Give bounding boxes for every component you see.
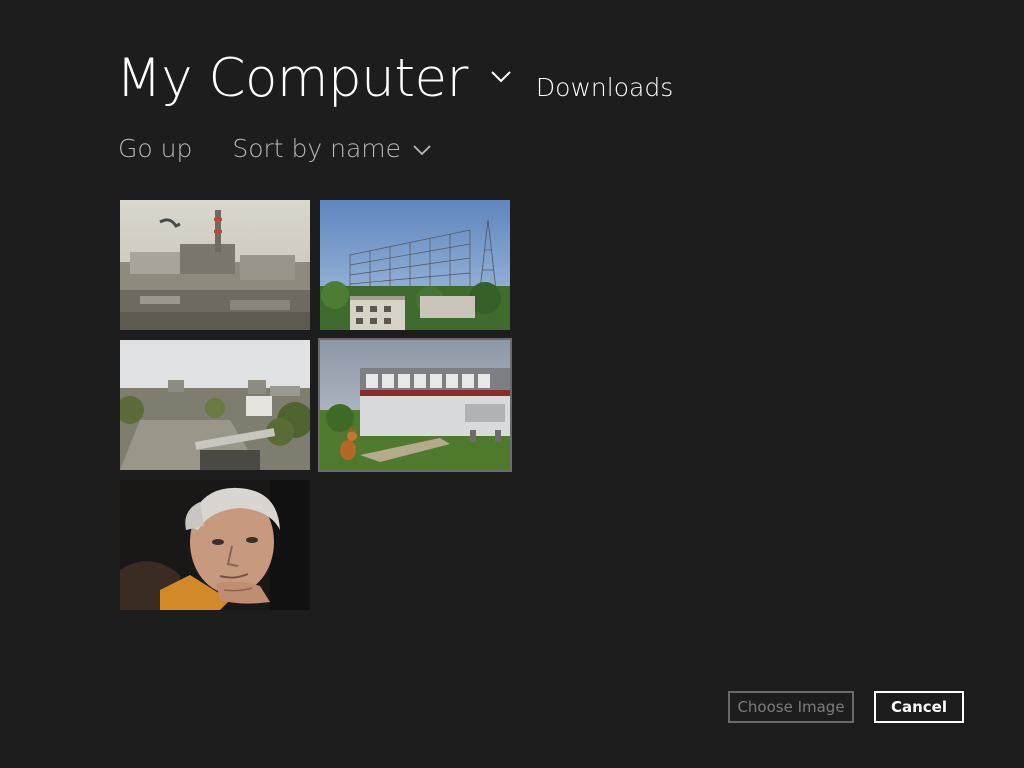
location-header: My Computer Downloads	[116, 48, 673, 109]
location-title[interactable]: My Computer	[116, 48, 468, 109]
toolbar: Go up Sort by name	[118, 134, 431, 163]
antenna-array-photo	[320, 200, 510, 330]
chevron-down-icon	[413, 145, 431, 156]
sort-label: Sort by name	[232, 134, 402, 163]
file-picker: My Computer Downloads Go up Sort by name	[0, 0, 1024, 768]
reactor-aerial-photo	[120, 200, 310, 330]
image-thumb-antenna[interactable]	[320, 200, 510, 330]
choose-image-button[interactable]: Choose Image	[728, 691, 854, 723]
man-portrait-photo	[120, 480, 310, 610]
cancel-button[interactable]: Cancel	[874, 691, 964, 723]
image-thumb-reactor[interactable]	[120, 200, 310, 330]
image-thumb-city[interactable]	[120, 340, 310, 470]
image-thumb-city-sign[interactable]	[318, 338, 512, 472]
image-thumb-portrait[interactable]	[120, 480, 310, 610]
city-sign-fox-photo	[320, 340, 510, 470]
go-up-button[interactable]: Go up	[118, 134, 192, 163]
city-aerial-photo	[120, 340, 310, 470]
sort-button[interactable]: Sort by name	[232, 134, 431, 163]
current-folder[interactable]: Downloads	[536, 73, 673, 102]
chevron-down-icon[interactable]	[490, 70, 512, 84]
